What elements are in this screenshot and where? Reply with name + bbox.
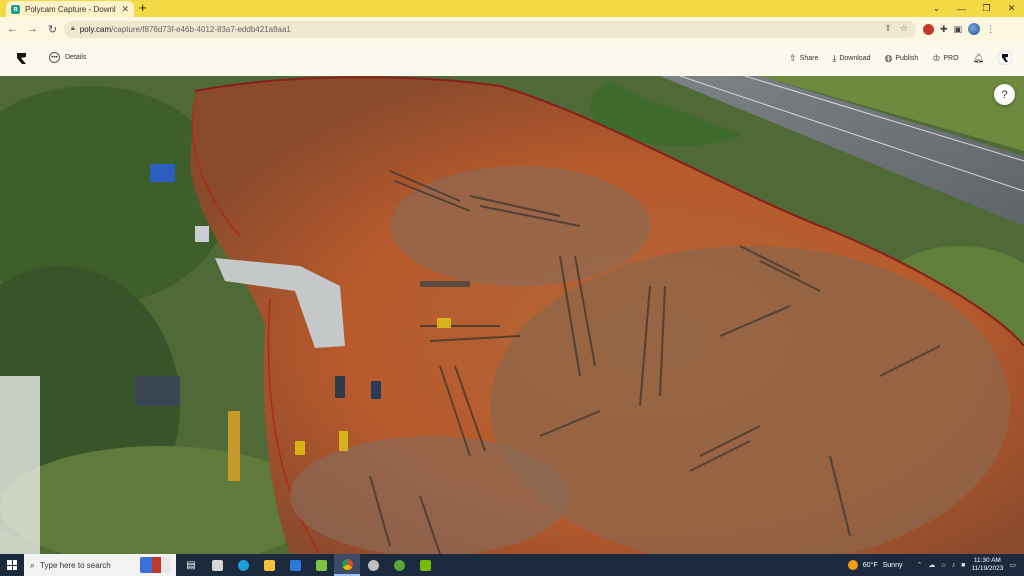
help-button[interactable]: ? bbox=[994, 84, 1015, 105]
bell-icon: 🔔︎ bbox=[972, 52, 984, 63]
reload-button[interactable]: ↻ bbox=[44, 21, 61, 38]
weather-desc: Sunny bbox=[882, 561, 903, 569]
taskbar-search[interactable]: ⌕ Type here to search bbox=[24, 554, 176, 576]
minimize-button[interactable]: — bbox=[949, 0, 974, 17]
3d-model-viewport[interactable]: ? bbox=[0, 76, 1024, 554]
extension-puzzle-icon[interactable]: ✚ bbox=[940, 24, 948, 35]
sun-icon bbox=[847, 560, 858, 570]
notifications-button[interactable]: 🔔︎ bbox=[973, 53, 984, 64]
clock-date: 11/19/2023 bbox=[971, 565, 1004, 572]
download-label: Download bbox=[839, 54, 871, 62]
task-view-icon[interactable]: ▤ bbox=[178, 554, 204, 576]
weather-widget[interactable]: 60°F Sunny bbox=[847, 560, 903, 570]
app-icon[interactable] bbox=[204, 554, 230, 576]
crown-icon: ♔ bbox=[932, 52, 941, 63]
clock[interactable]: 11:30 AM 11/19/2023 bbox=[971, 557, 1003, 573]
chrome-icon[interactable] bbox=[334, 554, 360, 576]
share-label: Share bbox=[799, 54, 819, 62]
screen: ʀ Polycam Capture - Download F... ✕ + ⌄ … bbox=[0, 0, 1024, 576]
pro-button[interactable]: ♔ PRO bbox=[932, 53, 958, 64]
search-placeholder: Type here to search bbox=[40, 560, 111, 570]
more-dots-icon: ••• bbox=[49, 52, 60, 63]
restore-button[interactable]: ❐ bbox=[974, 0, 999, 17]
profile-avatar[interactable] bbox=[968, 23, 981, 35]
onedrive-icon[interactable]: ☁ bbox=[928, 561, 935, 569]
publish-label: Publish bbox=[895, 54, 919, 62]
lock-icon[interactable]: 🔒︎ bbox=[71, 25, 75, 33]
share-page-icon[interactable]: ⇪ bbox=[884, 23, 892, 34]
mail-icon[interactable] bbox=[282, 554, 308, 576]
header-actions: ⇧ Share ⤓ Download ◍ Publish ♔ PRO 🔔︎ bbox=[789, 51, 1012, 65]
tab-close-icon[interactable]: ✕ bbox=[121, 4, 129, 15]
qgis-icon[interactable] bbox=[386, 554, 412, 576]
close-window-button[interactable]: ✕ bbox=[999, 0, 1024, 17]
download-button[interactable]: ⤓ Download bbox=[832, 53, 870, 64]
system-tray: 60°F Sunny ⌃ ☁ ⌂ ♪ ■ 11:30 AM 11/19/2023… bbox=[847, 554, 1024, 576]
new-tab-button[interactable]: + bbox=[139, 1, 147, 15]
details-label: Details bbox=[65, 54, 87, 61]
windows-taskbar: ⌕ Type here to search ▤ 60°F Sunny ⌃ ☁ ⌂ bbox=[0, 554, 1024, 576]
details-button[interactable]: ••• Details bbox=[49, 52, 86, 63]
search-highlight-icon bbox=[140, 557, 170, 573]
globe-icon: ◍ bbox=[884, 52, 893, 63]
extension-icon[interactable] bbox=[923, 23, 934, 35]
volume-icon[interactable]: ♪ bbox=[952, 562, 956, 569]
polycam-header: ••• Details ⇧ Share ⤓ Download ◍ Publish… bbox=[0, 41, 1024, 76]
forward-button[interactable]: → bbox=[24, 21, 41, 38]
bookmark-star-icon[interactable]: ☆ bbox=[900, 23, 908, 34]
polycam-logo-icon[interactable] bbox=[15, 52, 28, 65]
tray-app-icon[interactable]: ■ bbox=[961, 562, 965, 569]
address-bar[interactable]: 🔒︎ poly.cam/capture/f876d73f-e46b-4012-8… bbox=[64, 20, 916, 38]
start-button[interactable] bbox=[0, 554, 24, 576]
browser-toolbar: ← → ↻ 🔒︎ poly.cam/capture/f876d73f-e46b-… bbox=[0, 17, 1024, 41]
window-controls: ⌄ — ❐ ✕ bbox=[924, 0, 1024, 17]
show-hidden-icons-icon[interactable]: ⌃ bbox=[916, 561, 922, 569]
url-host: poly.cam bbox=[79, 24, 112, 34]
back-button[interactable]: ← bbox=[4, 21, 21, 38]
network-icon[interactable]: ⌂ bbox=[941, 562, 945, 569]
polycam-favicon-icon: ʀ bbox=[11, 4, 20, 14]
edge-icon[interactable] bbox=[230, 554, 256, 576]
account-avatar[interactable] bbox=[998, 51, 1012, 65]
search-icon: ⌕ bbox=[30, 559, 36, 570]
publish-button[interactable]: ◍ Publish bbox=[884, 53, 918, 64]
download-icon: ⤓ bbox=[832, 52, 837, 63]
browser-tab-polycam[interactable]: ʀ Polycam Capture - Download F... ✕ bbox=[6, 1, 134, 17]
app-icon[interactable] bbox=[360, 554, 386, 576]
notifications-icon[interactable]: ▭ bbox=[1009, 561, 1016, 569]
share-button[interactable]: ⇧ Share bbox=[789, 53, 818, 64]
notes-icon[interactable] bbox=[308, 554, 334, 576]
side-panel-icon[interactable]: ▣ bbox=[954, 24, 963, 35]
tab-title: Polycam Capture - Download F... bbox=[25, 4, 116, 14]
url-path: /capture/f876d73f-e46b-4012-83a7-eddb421… bbox=[111, 24, 291, 34]
tab-search-chevron-icon[interactable]: ⌄ bbox=[924, 0, 949, 17]
aerial-capture-model[interactable] bbox=[0, 76, 1024, 554]
nvidia-icon[interactable] bbox=[412, 554, 438, 576]
weather-temp: 60°F bbox=[862, 561, 878, 569]
tab-strip: ʀ Polycam Capture - Download F... ✕ + ⌄ … bbox=[0, 0, 1024, 17]
file-explorer-icon[interactable] bbox=[256, 554, 282, 576]
pro-label: PRO bbox=[943, 54, 959, 62]
windows-logo-icon bbox=[7, 560, 17, 570]
extension-area: ✚ ▣ ⋮ bbox=[923, 23, 995, 35]
share-icon: ⇧ bbox=[789, 52, 797, 63]
browser-menu-icon[interactable]: ⋮ bbox=[986, 24, 995, 35]
taskbar-apps: ▤ bbox=[178, 554, 438, 576]
clock-time: 11:30 AM bbox=[973, 557, 1001, 564]
